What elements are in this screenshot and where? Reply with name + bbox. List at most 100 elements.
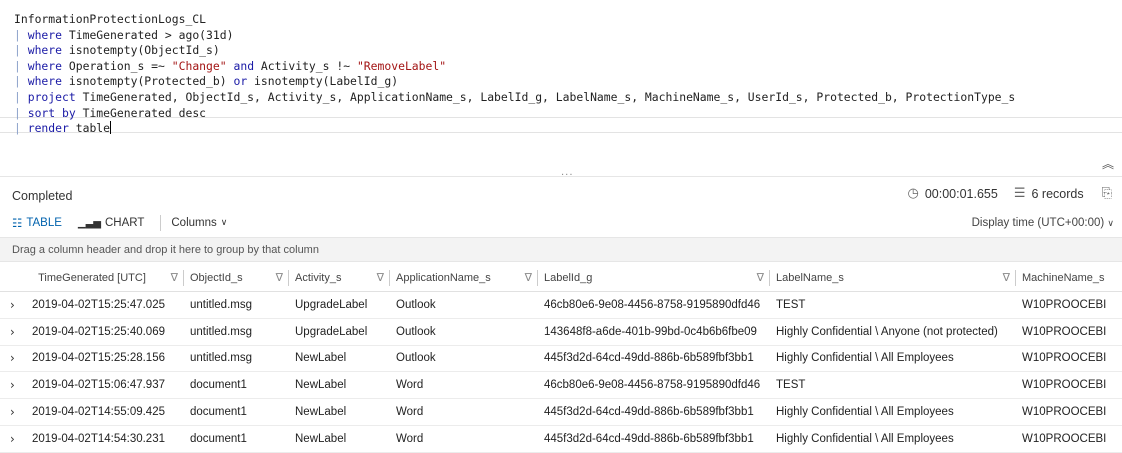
- table-row[interactable]: › 2019-04-02T15:25:40.069 untitled.msg Upgr…: [0, 318, 1122, 346]
- query-keyword: and: [233, 58, 255, 73]
- query-string: "Change": [171, 58, 227, 73]
- table-row[interactable]: › 2019-04-02T15:06:47.937 document1 NewLabe…: [0, 371, 1122, 400]
- table-cell: W10PROOCEBI: [1016, 398, 1122, 426]
- column-header-label: ApplicationName_s: [396, 272, 491, 284]
- column-header-label: LabelName_s: [776, 272, 844, 284]
- copy-icon[interactable]: ⎘: [1102, 186, 1112, 201]
- table-cell: 2019-04-02T15:25:28.156: [26, 345, 184, 373]
- table-cell: Highly Confidential \ All Employees: [770, 425, 1016, 453]
- query-duration: 00:00:01.655: [924, 186, 998, 201]
- column-header-label: LabelId_g: [544, 272, 593, 284]
- table-header-row: TimeGenerated [UTC] ∇ ObjectId_s ∇ Activity_…: [0, 265, 1122, 292]
- query-keyword: where: [27, 74, 63, 89]
- filter-icon[interactable]: ∇: [757, 271, 764, 284]
- query-keyword: where: [27, 27, 63, 42]
- expand-row-chevron-icon[interactable]: ›: [0, 291, 26, 319]
- table-cell: 2019-04-02T15:06:47.937: [26, 371, 184, 400]
- table-row[interactable]: › 2019-04-02T14:54:30.231 document1 NewLabe…: [0, 425, 1122, 453]
- table-row[interactable]: › 2019-04-02T15:25:47.025 untitled.msg Upgr…: [0, 291, 1122, 319]
- table-cell: document1: [184, 371, 289, 400]
- query-editor[interactable]: InformationProtectionLogs_CL | where Time…: [0, 0, 1122, 150]
- column-header[interactable]: LabelId_g ∇: [538, 265, 770, 292]
- table-cell: Word: [390, 425, 538, 453]
- expand-row-chevron-icon[interactable]: ›: [0, 371, 26, 400]
- table-view-label: TABLE: [26, 217, 62, 229]
- query-line[interactable]: | where TimeGenerated > ago(31d): [14, 28, 1015, 44]
- bar-chart-icon: ▁▃▅: [77, 217, 101, 229]
- table-cell: W10PROOCEBI: [1016, 371, 1122, 400]
- query-line[interactable]: | where isnotempty(ObjectId_s): [14, 43, 1015, 59]
- expand-row-chevron-icon[interactable]: ›: [0, 318, 26, 346]
- table-cell: untitled.msg: [184, 345, 289, 373]
- display-time-label: Display time (UTC+00:00): [971, 217, 1105, 229]
- pipe-operator: |: [14, 105, 28, 120]
- table-cell: Highly Confidential \ Anyone (not protec…: [770, 318, 1016, 346]
- table-cell: NewLabel: [289, 345, 390, 373]
- table-cell: NewLabel: [289, 398, 390, 426]
- table-cell: 445f3d2d-64cd-49dd-886b-6b589fbf3bb1: [538, 425, 770, 453]
- column-header-label: MachineName_s: [1022, 272, 1105, 284]
- table-cell: document1: [184, 425, 289, 453]
- expand-row-chevron-icon[interactable]: ›: [0, 398, 26, 426]
- table-cell: untitled.msg: [184, 318, 289, 346]
- table-cell: NewLabel: [289, 425, 390, 453]
- query-string: "RemoveLabel": [356, 58, 447, 73]
- pane-splitter[interactable]: [0, 176, 1122, 177]
- query-line[interactable]: | where isnotempty(Protected_b) or isnot…: [14, 74, 1015, 90]
- pipe-operator: |: [14, 74, 28, 89]
- table-cell: document1: [184, 398, 289, 426]
- query-token: Activity_s !~: [254, 58, 357, 73]
- table-row[interactable]: › 2019-04-02T14:55:09.425 document1 NewLabe…: [0, 398, 1122, 426]
- column-header[interactable]: Activity_s ∇: [289, 265, 390, 292]
- record-count: 6 records: [1031, 186, 1084, 201]
- group-by-drop-area[interactable]: Drag a column header and drop it here to…: [0, 237, 1122, 262]
- table-cell: TEST: [770, 291, 1016, 319]
- stopwatch-icon: ◷: [907, 186, 919, 201]
- table-cell: Word: [390, 398, 538, 426]
- filter-icon[interactable]: ∇: [171, 271, 178, 284]
- table-cell: Outlook: [390, 345, 538, 373]
- table-cell: Outlook: [390, 291, 538, 319]
- display-time-dropdown[interactable]: Display time (UTC+00:00) ∨: [972, 217, 1114, 229]
- table-view-button[interactable]: ☷ TABLE: [12, 216, 62, 230]
- expand-row-chevron-icon[interactable]: ›: [0, 425, 26, 453]
- chart-view-button[interactable]: ▁▃▅ CHART: [78, 217, 144, 229]
- query-line[interactable]: InformationProtectionLogs_CL: [14, 12, 1015, 28]
- query-keyword: sort by: [27, 105, 76, 120]
- query-line[interactable]: | sort by TimeGenerated desc: [14, 106, 1015, 122]
- columns-dropdown[interactable]: Columns ∨: [171, 217, 227, 229]
- query-token: isnotempty(ObjectId_s): [62, 43, 220, 58]
- query-text[interactable]: InformationProtectionLogs_CL | where Time…: [14, 12, 1015, 137]
- column-header[interactable]: TimeGenerated [UTC] ∇: [26, 265, 184, 292]
- query-token: isnotempty(Protected_b): [62, 74, 234, 89]
- table-cell: Highly Confidential \ All Employees: [770, 398, 1016, 426]
- pipe-operator: |: [14, 89, 28, 104]
- table-icon: ☷: [12, 216, 23, 230]
- column-header[interactable]: ApplicationName_s ∇: [390, 265, 538, 292]
- query-keyword: where: [27, 43, 63, 58]
- table-cell: 46cb80e6-9e08-4456-8758-9195890dfd46: [538, 291, 770, 319]
- filter-icon[interactable]: ∇: [377, 271, 384, 284]
- filter-icon[interactable]: ∇: [1003, 271, 1010, 284]
- chevron-down-icon: ∨: [1107, 219, 1114, 229]
- filter-icon[interactable]: ∇: [276, 271, 283, 284]
- query-token: TimeGenerated, ObjectId_s, Activity_s, A…: [75, 89, 1016, 104]
- query-line[interactable]: | where Operation_s =~ "Change" and Acti…: [14, 59, 1015, 75]
- expand-row-chevron-icon[interactable]: ›: [0, 345, 26, 373]
- pipe-operator: |: [14, 27, 28, 42]
- table-cell: 2019-04-02T14:54:30.231: [26, 425, 184, 453]
- table-row[interactable]: › 2019-04-02T15:25:28.156 untitled.msg NewL…: [0, 345, 1122, 373]
- filter-icon[interactable]: ∇: [525, 271, 532, 284]
- pipe-operator: |: [14, 58, 28, 73]
- table-cell: W10PROOCEBI: [1016, 345, 1122, 373]
- pipe-operator: |: [14, 43, 28, 58]
- query-line[interactable]: | project TimeGenerated, ObjectId_s, Act…: [14, 90, 1015, 106]
- query-line[interactable]: | render table: [14, 121, 1015, 137]
- results-toolbar: ☷ TABLE ▁▃▅ CHART Columns ∨: [12, 213, 243, 233]
- column-header[interactable]: ObjectId_s ∇: [184, 265, 289, 292]
- column-header[interactable]: LabelName_s ∇: [770, 265, 1016, 292]
- results-table: TimeGenerated [UTC] ∇ ObjectId_s ∇ Activity_…: [0, 265, 1122, 453]
- column-header[interactable]: MachineName_s: [1016, 265, 1122, 292]
- collapse-chevron-icon[interactable]: ︽: [1102, 155, 1114, 172]
- table-cell: 2019-04-02T14:55:09.425: [26, 398, 184, 426]
